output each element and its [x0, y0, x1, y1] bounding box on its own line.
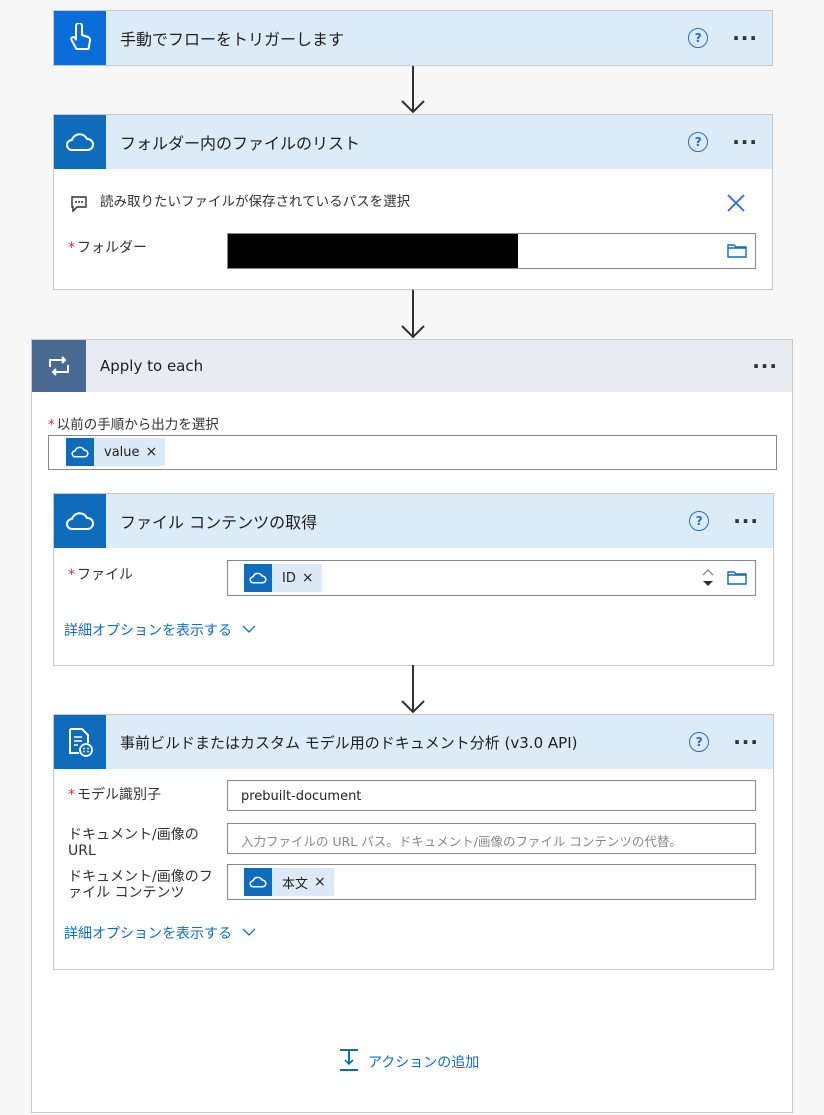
- token-remove-icon[interactable]: ×: [314, 874, 334, 890]
- token-label: value: [104, 444, 140, 460]
- list-files-card[interactable]: フォルダー内のファイルのリスト ? ··· 読み取りたいファイルが保存されている…: [53, 114, 773, 290]
- file-content-label: ドキュメント/画像のフ ァイル コンテンツ: [68, 869, 213, 901]
- token-label: ID: [282, 570, 296, 586]
- url-placeholder: 入力ファイルの URL パス。ドキュメント/画像のファイル コンテンツの代替。: [241, 834, 682, 849]
- close-icon[interactable]: [726, 193, 746, 217]
- file-content-label-line-1: ドキュメント/画像のフ: [68, 869, 213, 885]
- more-options-icon[interactable]: ···: [733, 732, 759, 752]
- file-content-input[interactable]: 本文 ×: [227, 864, 756, 900]
- onedrive-cloud-icon: [66, 438, 94, 466]
- folder-label: * フォルダー: [68, 240, 147, 256]
- comment-icon: [70, 195, 88, 217]
- apply-to-each-container[interactable]: Apply to each ··· * 以前の手順から出力を選択 value × …: [31, 339, 793, 1113]
- required-mark: *: [68, 240, 75, 256]
- url-input[interactable]: 入力ファイルの URL パス。ドキュメント/画像のファイル コンテンツの代替。: [227, 823, 756, 854]
- get-file-content-header[interactable]: ファイル コンテンツの取得 ? ···: [54, 494, 773, 548]
- step-comment: 読み取りたいファイルが保存されているパスを選択: [100, 194, 411, 210]
- url-label-line-2: URL: [68, 843, 96, 859]
- value-token[interactable]: value ×: [66, 438, 166, 466]
- url-label-line-1: ドキュメント/画像の: [68, 827, 199, 843]
- show-advanced-options-text: 詳細オプションを表示する: [64, 623, 232, 639]
- token-label: 本文: [282, 876, 309, 892]
- help-icon[interactable]: ?: [688, 132, 709, 152]
- select-output-label-text: 以前の手順から出力を選択: [56, 417, 219, 433]
- show-advanced-options-link[interactable]: 詳細オプションを表示する: [64, 923, 256, 943]
- file-input[interactable]: ID ×: [227, 560, 756, 596]
- onedrive-cloud-icon: [244, 868, 272, 896]
- model-id-input[interactable]: prebuilt-document: [227, 780, 756, 811]
- help-icon[interactable]: ?: [689, 732, 710, 752]
- file-label: * ファイル: [68, 567, 133, 583]
- document-analysis-title: 事前ビルドまたはカスタム モデル用のドキュメント分析 (v3.0 API): [120, 733, 578, 752]
- select-output-label: * 以前の手順から出力を選択: [48, 417, 219, 433]
- token-remove-icon[interactable]: ×: [146, 444, 166, 460]
- touch-hand-icon: [54, 11, 106, 65]
- required-mark: *: [68, 787, 75, 803]
- required-mark: *: [68, 567, 75, 583]
- arrow-down-icon: [401, 665, 425, 714]
- spinner-icon[interactable]: [701, 567, 715, 593]
- help-icon[interactable]: ?: [689, 511, 710, 531]
- trigger-card-title: 手動でフローをトリガーします: [120, 30, 345, 49]
- trigger-card-header[interactable]: 手動でフローをトリガーします ? ···: [54, 11, 772, 65]
- url-label: ドキュメント/画像の URL: [68, 827, 199, 859]
- id-token[interactable]: ID ×: [244, 564, 322, 592]
- loop-icon: [32, 340, 86, 392]
- onedrive-cloud-icon: [54, 115, 106, 169]
- more-options-icon[interactable]: ···: [733, 511, 759, 531]
- folder-label-text: フォルダー: [77, 240, 147, 256]
- more-options-icon[interactable]: ···: [732, 132, 758, 152]
- onedrive-cloud-icon: [244, 564, 272, 592]
- model-id-value: prebuilt-document: [241, 789, 362, 804]
- list-files-card-header[interactable]: フォルダー内のファイルのリスト ? ···: [54, 115, 772, 169]
- required-mark: *: [48, 417, 55, 433]
- body-token[interactable]: 本文 ×: [244, 868, 334, 896]
- document-analysis-icon: [54, 715, 106, 769]
- folder-icon[interactable]: [727, 569, 747, 589]
- show-advanced-options-link[interactable]: 詳細オプションを表示する: [64, 620, 256, 640]
- model-id-label-text: モデル識別子: [77, 787, 161, 803]
- get-file-content-title: ファイル コンテンツの取得: [120, 513, 318, 532]
- show-advanced-options-text: 詳細オプションを表示する: [64, 926, 232, 942]
- add-action-text: アクションの追加: [368, 1055, 480, 1071]
- onedrive-cloud-icon: [54, 494, 106, 548]
- get-file-content-card[interactable]: ファイル コンテンツの取得 ? ··· * ファイル ID × 詳細オプションを表…: [53, 493, 774, 666]
- more-options-icon[interactable]: ···: [732, 28, 758, 48]
- trigger-card[interactable]: 手動でフローをトリガーします ? ···: [53, 10, 773, 66]
- arrow-down-icon: [401, 290, 425, 339]
- folder-input[interactable]: [227, 233, 756, 269]
- apply-to-each-title: Apply to each: [100, 357, 204, 375]
- chevron-down-icon: [242, 622, 256, 638]
- chevron-down-icon: [242, 925, 256, 941]
- document-analysis-header[interactable]: 事前ビルドまたはカスタム モデル用のドキュメント分析 (v3.0 API) ? …: [54, 715, 773, 769]
- file-content-label-line-2: ァイル コンテンツ: [68, 885, 185, 901]
- folder-icon[interactable]: [727, 242, 747, 262]
- arrow-down-icon: [401, 66, 425, 114]
- model-id-label: * モデル識別子: [68, 787, 161, 803]
- file-label-text: ファイル: [77, 567, 133, 583]
- document-analysis-card[interactable]: 事前ビルドまたはカスタム モデル用のドキュメント分析 (v3.0 API) ? …: [53, 714, 774, 970]
- add-action-icon: [338, 1048, 360, 1076]
- list-files-card-title: フォルダー内のファイルのリスト: [120, 134, 361, 153]
- token-remove-icon[interactable]: ×: [302, 570, 322, 586]
- redacted-path: [228, 234, 518, 268]
- apply-to-each-header[interactable]: Apply to each ···: [32, 340, 792, 392]
- help-icon[interactable]: ?: [688, 28, 709, 48]
- select-output-input[interactable]: value ×: [48, 435, 777, 470]
- add-action-button[interactable]: アクションの追加: [338, 1048, 479, 1076]
- more-options-icon[interactable]: ···: [752, 356, 778, 376]
